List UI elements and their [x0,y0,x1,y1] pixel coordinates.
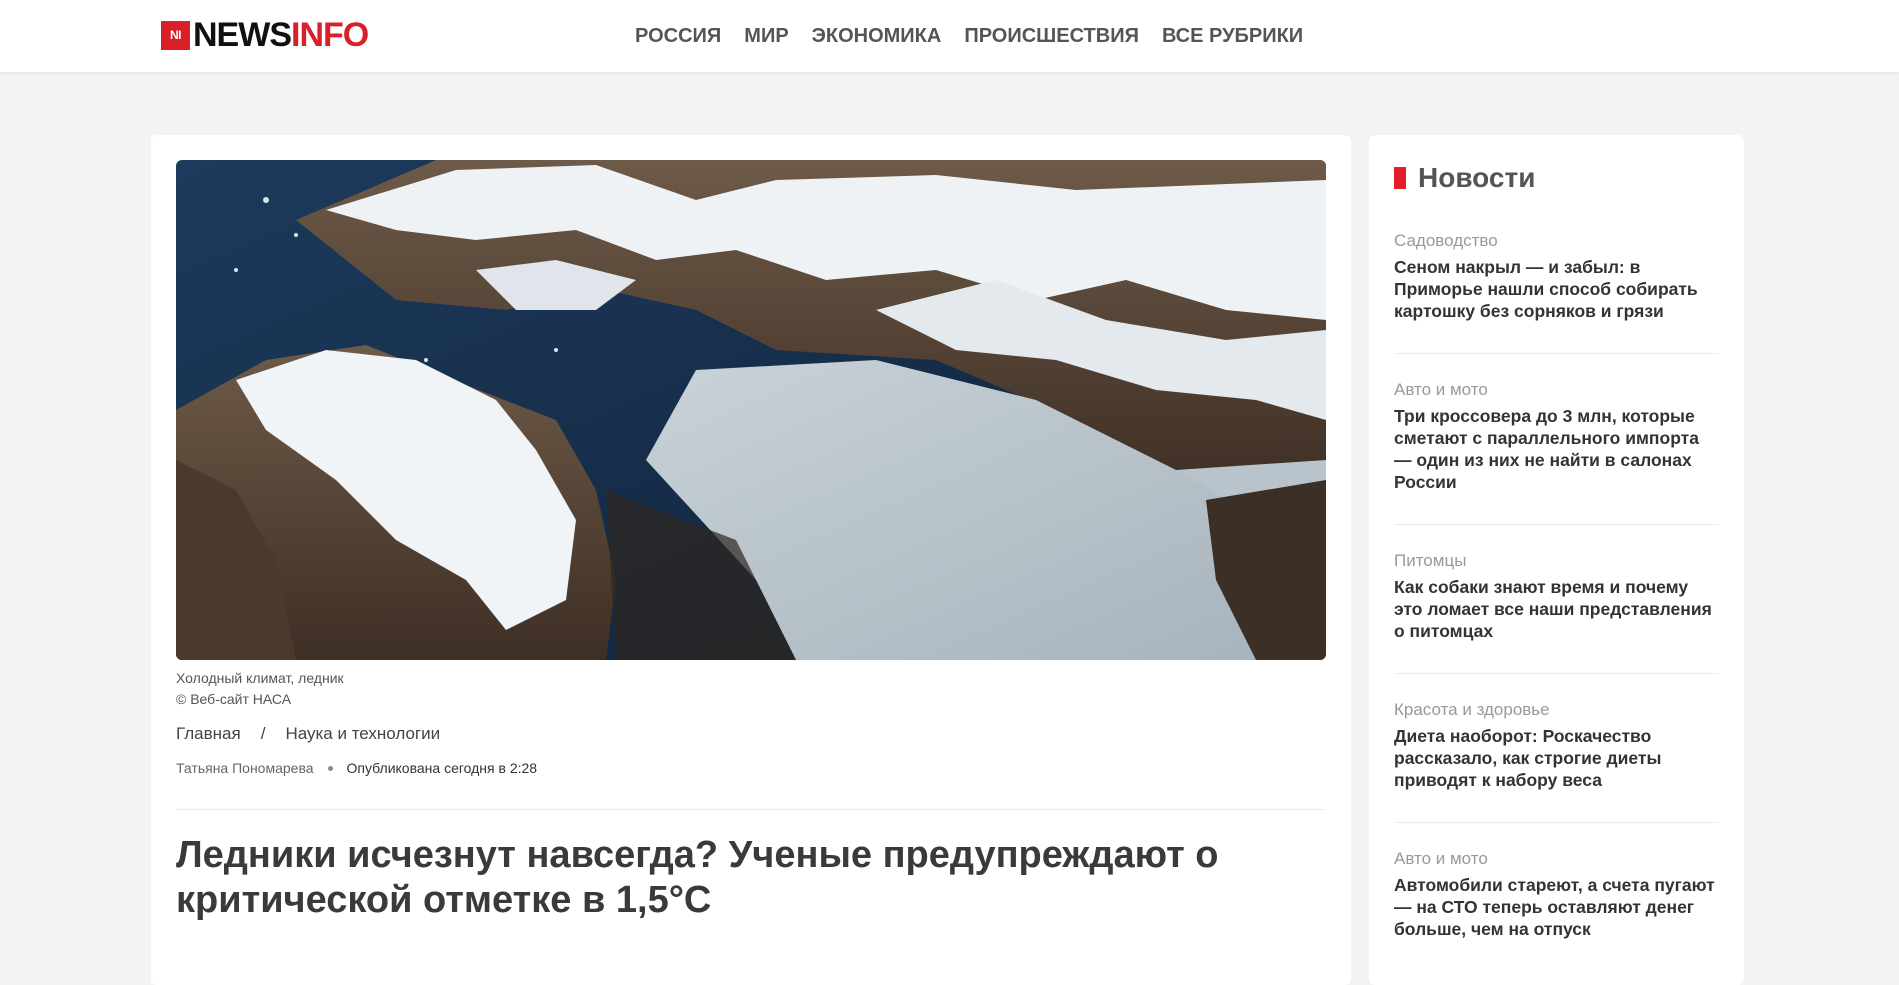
news-item[interactable]: Питомцы Как собаки знают время и почему … [1394,550,1719,642]
news-headline[interactable]: Как собаки знают время и почему это лома… [1394,576,1719,642]
main-nav: РОССИЯ МИР ЭКОНОМИКА ПРОИСШЕСТВИЯ ВСЕ РУ… [635,24,1303,48]
news-separator [1394,524,1719,525]
nav-all-sections[interactable]: ВСЕ РУБРИКИ [1162,24,1303,48]
article-headline: Ледники исчезнут навсегда? Ученые предуп… [176,834,1219,921]
breadcrumb: Главная / Наука и технологии [176,724,440,744]
site-header: NI NEWSINFO РОССИЯ МИР ЭКОНОМИКА ПРОИСШЕ… [0,0,1899,72]
author-link[interactable]: Татьяна Пономарева [176,760,314,776]
meta-divider [176,809,1326,810]
hero-image [176,160,1326,660]
site-logo[interactable]: NI NEWSINFO [161,16,369,54]
nav-world[interactable]: МИР [744,24,788,48]
article-card: Холодный климат, ледник © Веб-сайт НАСА … [151,135,1351,985]
news-category: Авто и мото [1394,380,1488,399]
news-separator [1394,822,1719,823]
news-headline[interactable]: Диета наоборот: Роскачество рассказало, … [1394,725,1719,791]
caption-credit: © Веб-сайт НАСА [176,691,292,707]
meta-dot [327,765,333,771]
news-separator [1394,673,1719,674]
news-item[interactable]: Садоводство Сеном накрыл — и забыл: в Пр… [1394,230,1719,322]
news-headline[interactable]: Автомобили стареют, а счета пугают — на … [1394,874,1719,940]
news-item[interactable]: Авто и мото Автомобили стареют, а счета … [1394,848,1719,940]
image-caption: Холодный климат, ледник © Веб-сайт НАСА [176,668,344,710]
breadcrumb-separator: / [260,724,266,743]
breadcrumb-science[interactable]: Наука и технологии [285,724,440,744]
news-headline[interactable]: Сеном накрыл — и забыл: в Приморье нашли… [1394,256,1719,322]
news-headline[interactable]: Три кроссовера до 3 млн, которые сметают… [1394,405,1719,493]
news-category: Садоводство [1394,231,1498,250]
news-category: Авто и мото [1394,849,1488,868]
news-item[interactable]: Авто и мото Три кроссовера до 3 млн, кот… [1394,379,1719,493]
news-item[interactable]: Красота и здоровье Диета наоборот: Роска… [1394,699,1719,791]
sidebar-title: Новости [1418,162,1536,193]
news-separator [1394,353,1719,354]
nav-economy[interactable]: ЭКОНОМИКА [812,24,942,48]
news-category: Питомцы [1394,551,1467,570]
logo-wordmark: NEWSINFO [193,16,369,54]
logo-badge: NI [161,20,190,50]
caption-title: Холодный климат, ледник [176,670,344,686]
breadcrumb-home[interactable]: Главная [176,724,241,744]
sidebar-accent-bar [1394,167,1406,189]
nav-incidents[interactable]: ПРОИСШЕСТВИЯ [964,24,1139,48]
news-sidebar: Новости Садоводство Сеном накрыл — и заб… [1369,135,1744,985]
article-meta: Татьяна Пономарева Опубликована сегодня … [176,760,537,776]
nav-russia[interactable]: РОССИЯ [635,24,721,48]
glacier-photo [176,160,1326,660]
logo-info: INFO [291,16,369,54]
sidebar-header: Новости [1394,162,1535,194]
publish-date: Опубликована сегодня в 2:28 [346,760,538,776]
logo-news: NEWS [193,16,292,54]
news-category: Красота и здоровье [1394,700,1550,719]
